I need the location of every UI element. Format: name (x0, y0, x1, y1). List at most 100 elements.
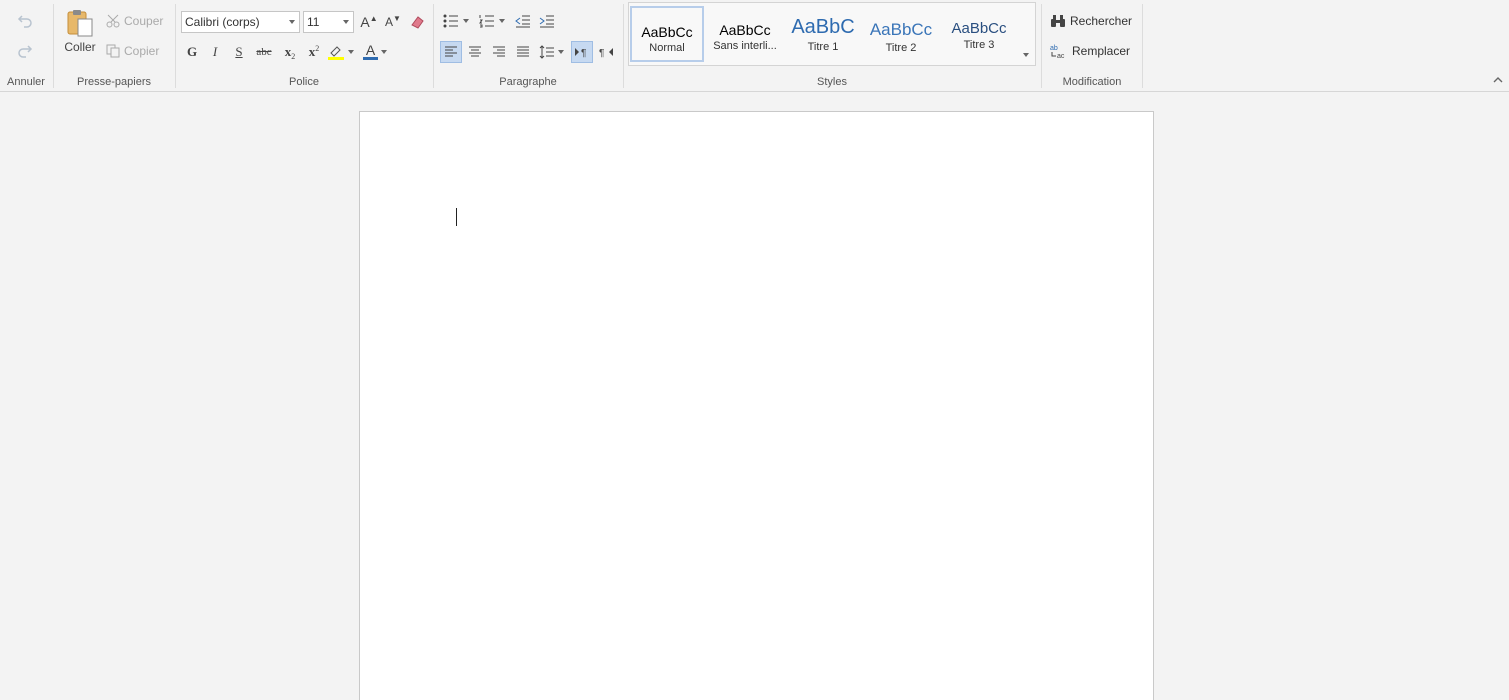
align-left-icon (444, 46, 458, 58)
style-sans-interli[interactable]: AaBbCc Sans interli... (708, 6, 782, 62)
paste-label: Coller (64, 40, 96, 54)
style-titre-1[interactable]: AaBbC Titre 1 (786, 6, 860, 62)
cut-label: Couper (124, 14, 164, 28)
chevron-down-icon (289, 20, 295, 24)
subscript-button[interactable]: x2 (280, 42, 300, 62)
align-left-button[interactable] (440, 41, 462, 63)
rtl-button[interactable]: ¶ (595, 41, 617, 63)
indent-icon (539, 14, 555, 28)
justify-icon (516, 46, 530, 58)
underline-icon: S (235, 44, 243, 59)
style-sample: AaBbCc (869, 20, 933, 39)
style-sample: AaBbC (791, 16, 855, 38)
clipboard-icon (65, 8, 95, 38)
style-sample: AaBbCc (951, 20, 1007, 37)
shrink-font-button[interactable]: A ▼ (383, 12, 403, 32)
ltr-button[interactable]: ¶ (571, 41, 593, 63)
bold-icon: G (186, 44, 198, 59)
style-normal[interactable]: AaBbCc Normal (630, 6, 704, 62)
undo-group: Annuler (0, 0, 52, 92)
font-family-select[interactable]: Calibri (corps) (181, 11, 300, 33)
superscript-button[interactable]: x2 (304, 42, 324, 62)
paragraph-group-label: Paragraphe (499, 76, 557, 88)
copy-icon (106, 44, 120, 58)
style-titre-3[interactable]: AaBbCc Titre 3 (942, 6, 1016, 62)
italic-button[interactable]: I (206, 42, 224, 62)
paragraph-group: ¶ ¶ Paragraphe (434, 0, 622, 92)
editing-group-label: Modification (1062, 76, 1122, 88)
find-button[interactable]: Rechercher (1050, 11, 1132, 31)
chevron-down-icon (343, 20, 349, 24)
eraser-icon (410, 15, 424, 29)
undo-button[interactable] (14, 10, 36, 32)
bold-button[interactable]: G (183, 42, 201, 62)
rtl-paragraph-icon: ¶ (598, 45, 614, 59)
svg-text:¶: ¶ (581, 48, 586, 59)
find-label: Rechercher (1070, 14, 1133, 28)
chevron-down-icon (499, 19, 505, 23)
styles-more-button[interactable] (1020, 48, 1032, 62)
svg-text:ac: ac (1057, 53, 1065, 59)
paste-button[interactable]: Coller (60, 6, 100, 56)
cut-button[interactable]: Couper (106, 12, 163, 30)
font-color-button[interactable]: A (362, 42, 388, 62)
font-family-value: Calibri (corps) (185, 15, 260, 29)
numbered-list-icon (479, 14, 495, 28)
replace-button[interactable]: ab ac Remplacer (1050, 41, 1130, 61)
align-right-button[interactable] (488, 41, 510, 63)
styles-group-label: Styles (817, 76, 847, 88)
style-name: Normal (649, 42, 685, 54)
clipboard-group: Coller Couper Copier Presse-papiers (54, 0, 174, 92)
clear-format-button[interactable] (407, 12, 427, 32)
style-sample: AaBbCc (719, 22, 771, 38)
copy-label: Copier (124, 44, 160, 58)
numbering-button[interactable] (478, 11, 506, 31)
chevron-down-icon (557, 50, 564, 54)
strikethrough-button[interactable]: abc (253, 42, 275, 62)
align-center-icon (468, 46, 482, 58)
align-center-button[interactable] (464, 41, 486, 63)
outdent-icon (515, 14, 531, 28)
style-name: Sans interli... (713, 40, 777, 52)
justify-button[interactable] (512, 41, 534, 63)
style-name: Titre 1 (807, 41, 839, 53)
style-titre-2[interactable]: AaBbCc Titre 2 (864, 6, 938, 62)
chevron-up-icon (1493, 76, 1503, 83)
replace-label: Remplacer (1072, 44, 1131, 58)
divider (1142, 4, 1143, 88)
collapse-ribbon-button[interactable] (1490, 72, 1506, 86)
font-color-icon: A (363, 43, 378, 60)
binoculars-icon (1050, 14, 1066, 28)
italic-icon: I (212, 44, 218, 59)
bullets-button[interactable] (442, 11, 470, 31)
line-spacing-button[interactable] (536, 41, 566, 63)
grow-font-button[interactable]: A ▲ (359, 12, 379, 32)
chevron-down-icon (348, 50, 354, 54)
increase-indent-button[interactable] (536, 11, 558, 31)
decrease-indent-button[interactable] (512, 11, 534, 31)
chevron-down-icon (1023, 53, 1029, 57)
style-name: Titre 2 (885, 42, 917, 54)
strikethrough-icon: abc (256, 46, 272, 58)
replace-icon: ab ac (1050, 43, 1068, 59)
document-page[interactable] (359, 111, 1154, 700)
undo-icon (17, 14, 33, 28)
ribbon: Annuler Coller Couper Copier Presse-papi… (0, 0, 1509, 92)
style-sample: AaBbCc (641, 24, 693, 40)
undo-group-label: Annuler (7, 76, 45, 88)
text-cursor (456, 208, 457, 226)
scissors-icon (106, 14, 120, 28)
redo-button[interactable] (14, 40, 36, 62)
highlighter-icon (328, 44, 346, 60)
font-size-select[interactable]: 11 (303, 11, 354, 33)
copy-button[interactable]: Copier (106, 42, 159, 60)
highlight-button[interactable] (328, 42, 354, 62)
shrink-font-icon: A (385, 15, 394, 29)
editing-group: Rechercher ab ac Remplacer Modification (1042, 0, 1142, 92)
align-right-icon (492, 46, 506, 58)
styles-group: AaBbCc Normal AaBbCc Sans interli... AaBbC Ti… (624, 0, 1040, 92)
chevron-down-icon (463, 19, 469, 23)
underline-button[interactable]: S (230, 42, 248, 62)
bullet-list-icon (443, 14, 459, 28)
font-group: Calibri (corps) 11 A ▲ A ▼ G I S abc x 2… (176, 0, 432, 92)
